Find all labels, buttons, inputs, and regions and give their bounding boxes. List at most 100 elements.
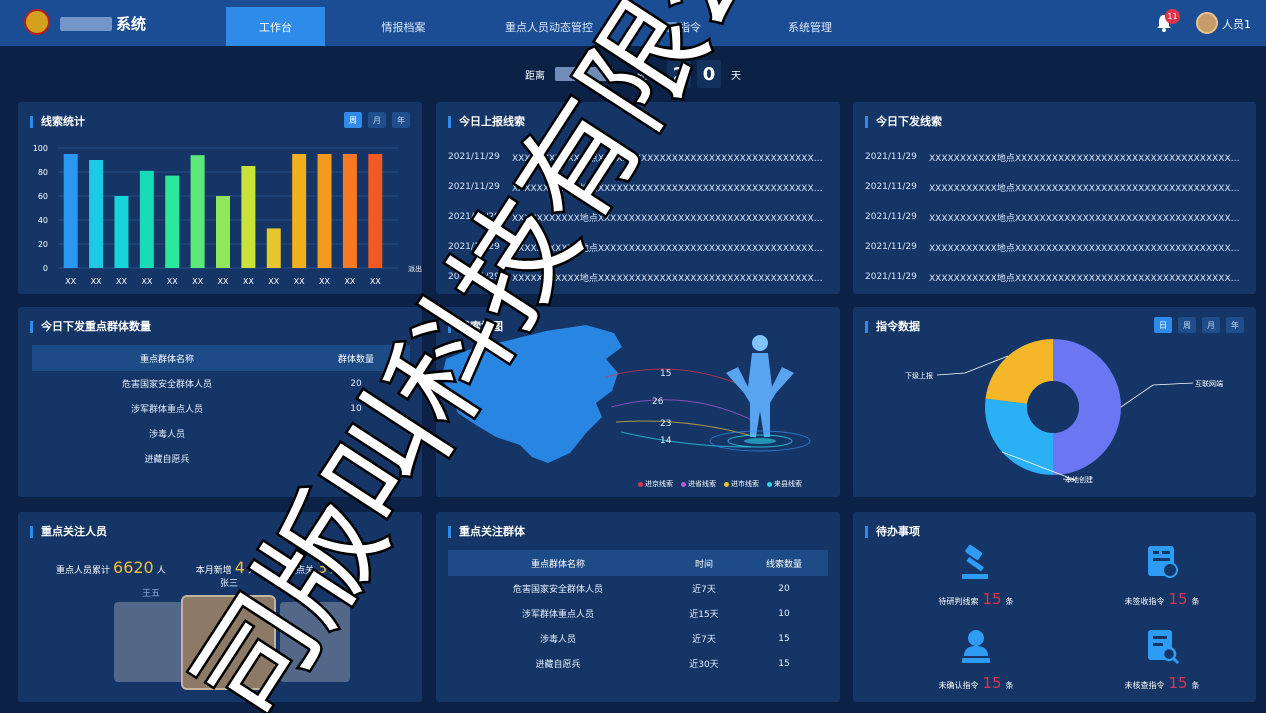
legend-swatch <box>681 481 686 487</box>
slice-label: 下级上报 <box>905 371 933 380</box>
bar <box>241 166 256 268</box>
countdown-digit: 0 <box>697 60 721 88</box>
clue-count-cell: 20 <box>778 583 790 594</box>
clue-text: XXXXXXXXXXX地点XXXXXXXXXXXXXXXXXXXXXXXXXXX… <box>929 153 1244 164</box>
legend-item[interactable]: 进京线索 <box>638 479 673 489</box>
key-groups-panel: 重点关注群体 重点群体名称 时间 线索数量 危害国家安全群体人员 近7天 20 涉军… <box>436 512 840 702</box>
group-count-cell: 15 <box>350 453 362 464</box>
clue-date: 2021/11/29 <box>865 272 917 282</box>
clue-text: XXXXXXXXXXX地点XXXXXXXXXXXXXXXXXXXXXXXXXXX… <box>512 273 828 284</box>
nav-tab-intel-archive[interactable]: 情报档案 <box>325 7 482 46</box>
todo-label: 待研判线索 <box>938 597 979 606</box>
stat-focus: 重点关 3 人 <box>287 558 339 577</box>
stat-label: 重点人员累计 <box>56 566 111 576</box>
list-item[interactable]: 2021/11/29 XXXXXXXXXXX地点XXXXXXXXXXXXXXXXX… <box>865 262 1244 292</box>
todo-count: 15 <box>982 674 1002 692</box>
panel-title: 待办事项 <box>865 526 920 538</box>
reported-clue-list: 2021/11/29 XXXXXXXXXXX地点XXXXXXXXXXXXXXXXX… <box>448 142 828 292</box>
document-search-icon <box>1148 630 1180 665</box>
stat-total: 重点人员累计 6620 人 <box>56 558 166 577</box>
avatar[interactable] <box>1196 12 1218 34</box>
list-item[interactable]: 2021/11/29 XXXXXXXXXXX地点XXXXXXXXXXXXXXXXX… <box>448 232 828 262</box>
list-item[interactable]: 2021/11/29 XXXXXXXXXXX地点XXXXXXXXXXXXXXXXX… <box>865 202 1244 232</box>
time-cell: 近7天 <box>692 635 716 645</box>
nav-tab-system-admin[interactable]: 系统管理 <box>742 7 878 46</box>
person-photo[interactable] <box>280 602 350 682</box>
person-photo-featured[interactable] <box>181 595 276 690</box>
clue-date: 2021/11/29 <box>448 212 500 222</box>
list-item[interactable]: 2021/11/29 XXXXXXXXXXX地点XXXXXXXXXXXXXXXXX… <box>448 142 828 172</box>
bar <box>190 155 205 268</box>
reported-today-panel: 今日上报线索 2021/11/29 XXXXXXXXXXX地点XXXXXXXXXX… <box>436 102 840 294</box>
table-row[interactable]: 涉军群体重点人员 近15天 10 <box>448 601 828 626</box>
person-photo[interactable] <box>114 602 184 682</box>
user-name[interactable]: 人员1 <box>1222 16 1251 32</box>
list-item[interactable]: 2021/11/29 XXXXXXXXXXX地点XXXXXXXXXXXXXXXXX… <box>448 172 828 202</box>
legend-item[interactable]: 进市线索 <box>724 479 759 489</box>
key-groups-table: 重点群体名称 时间 线索数量 危害国家安全群体人员 近7天 20 涉军群体重点人员近… <box>448 550 828 676</box>
legend-swatch <box>638 481 643 487</box>
column-header: 重点群体名称 <box>448 550 668 576</box>
column-header: 重点群体名称 <box>32 345 302 371</box>
gavel-icon <box>962 544 988 579</box>
table-row[interactable]: 进藏自愿兵 15 <box>32 446 410 471</box>
group-name-cell: 危害国家安全群体人员 <box>121 380 212 390</box>
notification-badge: 11 <box>1165 9 1180 24</box>
police-emblem-logo <box>24 9 50 35</box>
nav-tab-command[interactable]: 指令 <box>616 7 742 46</box>
legend-item[interactable]: 来县线索 <box>767 479 802 489</box>
clue-stats-panel: 线索统计 周 月 年 0 20 40 60 80 100 XX XX XX XX XX XX XX XX X… <box>18 102 422 294</box>
list-item[interactable]: 2021/11/29 XXXXXXXXXXX地点XXXXXXXXXXXXXXXXX… <box>865 142 1244 172</box>
x-axis-label: 派出所 <box>408 264 422 273</box>
nav-tab-workbench[interactable]: 工作台 <box>226 7 325 46</box>
todo-label: 未确认指令 <box>938 681 979 690</box>
todo-count: 15 <box>982 590 1002 608</box>
list-item[interactable]: 2021/11/29 XXXXXXXXXXX地点XXXXXXXXXXXXXXXXX… <box>448 202 828 232</box>
countdown-bar: 距离 还有 2 0 天 <box>0 56 1266 92</box>
table-row[interactable]: 危害国家安全群体人员 20 <box>32 371 410 396</box>
stat-label: 重点关 <box>286 566 314 576</box>
todo-item-unsigned-command[interactable]: 未签收指令 15 条 <box>1107 542 1217 608</box>
stat-value: 3 <box>316 558 328 577</box>
slice-label: 本地创建 <box>1065 475 1093 484</box>
clue-text: XXXXXXXXXXX地点XXXXXXXXXXXXXXXXXXXXXXXXXXX… <box>512 183 828 194</box>
x-tick-label: XX <box>344 277 355 286</box>
list-item[interactable]: 2021/11/29 XXXXXXXXXXX地点XXXXXXXXXXXXXXXXX… <box>865 172 1244 202</box>
todo-item-unconfirmed-command[interactable]: 未确认指令 15 条 <box>921 626 1031 692</box>
group-issued-panel: 今日下发重点群体数量 重点群体名称 群体数量 危害国家安全群体人员 20 涉军群体… <box>18 307 422 497</box>
group-name-cell: 涉军群体重点人员 <box>521 610 594 620</box>
table-row[interactable]: 危害国家安全群体人员 近7天 20 <box>448 576 828 601</box>
group-name-cell: 进藏自愿兵 <box>535 660 581 670</box>
bar <box>292 154 307 268</box>
clue-map-graphic <box>442 325 811 463</box>
inbox-document-icon <box>1148 546 1178 578</box>
x-tick-label: XX <box>268 277 279 286</box>
todo-item-pending-review[interactable]: 待研判线索 15 条 <box>921 542 1031 608</box>
clue-date: 2021/11/29 <box>865 212 917 222</box>
x-tick-label: XX <box>65 277 76 286</box>
app-title-text: 系统 <box>116 15 147 33</box>
person-stamp-icon <box>962 630 990 663</box>
stat-unit: 人 <box>156 566 166 576</box>
column-header: 群体数量 <box>301 345 410 371</box>
list-item[interactable]: 2021/11/29 XXXXXXXXXXX地点XXXXXXXXXXXXXXXXX… <box>865 232 1244 262</box>
command-data-panel: 指令数据 日 周 月 年 互联网端 本地创建 下级上报 <box>853 307 1256 497</box>
table-row[interactable]: 涉军群体重点人员 10 <box>32 396 410 421</box>
legend-item[interactable]: 进省线索 <box>681 479 716 489</box>
table-row[interactable]: 进藏自愿兵 近30天 15 <box>448 651 828 676</box>
x-tick-label: XX <box>319 277 330 286</box>
todo-item-unchecked-command[interactable]: 未核查指令 15 条 <box>1107 626 1217 692</box>
list-item[interactable]: 2021/11/29 XXXXXXXXXXX地点XXXXXXXXXXXXXXXXX… <box>448 262 828 292</box>
table-row[interactable]: 涉毒人员 15 <box>32 421 410 446</box>
person-name: 王五 <box>142 589 161 599</box>
flow-line <box>610 399 757 423</box>
clue-date: 2021/11/29 <box>448 272 500 282</box>
bar <box>114 196 129 268</box>
clue-map-panel: 线索地图 15 26 23 14 进京线索 进省线索 进市线索 来县线索 <box>436 307 840 497</box>
bar <box>165 175 180 268</box>
clue-text: XXXXXXXXXXX地点XXXXXXXXXXXXXXXXXXXXXXXXXXX… <box>929 243 1244 254</box>
panel-title: 今日下发重点群体数量 <box>30 321 151 333</box>
table-row[interactable]: 涉毒人员 近7天 15 <box>448 626 828 651</box>
nav-tab-key-person-control[interactable]: 重点人员动态管控 <box>482 7 616 46</box>
donut-hole <box>1027 381 1079 433</box>
